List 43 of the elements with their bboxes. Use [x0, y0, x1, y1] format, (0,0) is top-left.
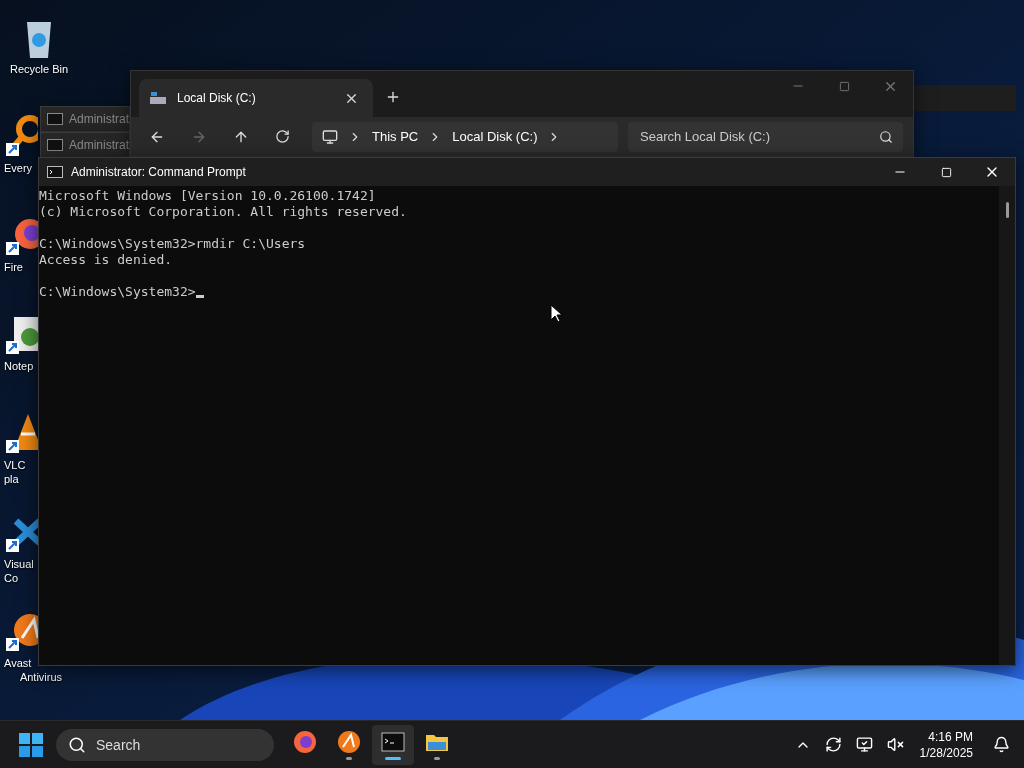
terminal-app-icon[interactable] [372, 724, 414, 765]
window-titlebar[interactable]: Administrat [40, 132, 130, 158]
tab-label: Local Disk (C:) [177, 91, 257, 105]
address-bar[interactable]: This PC Local Disk (C:) [312, 121, 618, 152]
icon-label: Notep [4, 359, 34, 373]
clock-time[interactable]: 4:16 PM [928, 728, 973, 745]
icon-label: Antivirus [19, 670, 63, 684]
console-line: Access is denied. [39, 252, 173, 267]
search-field[interactable]: Search Local Disk (C:) [628, 121, 903, 152]
icon-label: VLC [4, 458, 26, 472]
console-line: (c) Microsoft Corporation. All rights reserved. [39, 204, 407, 219]
search-field[interactable]: Search [56, 728, 274, 761]
icon-label: Avast [4, 656, 32, 670]
console-line: C:\Windows\System32> [39, 284, 196, 299]
console-icon [47, 166, 63, 178]
console-line: C:\Windows\System32>rmdir C:\Users [39, 236, 306, 251]
console-icon [47, 113, 63, 125]
clock-date[interactable]: 1/28/2025 [919, 744, 973, 761]
icon-label: Visual [4, 557, 34, 571]
icon-label: Recycle Bin [9, 62, 69, 76]
window-titlebar[interactable]: Administrat [40, 106, 130, 132]
start-icon[interactable] [18, 731, 44, 758]
window-title: Administrat [69, 138, 130, 152]
tab[interactable]: Local Disk (C:) [139, 79, 373, 117]
search-icon [879, 129, 893, 144]
window-title: Administrator: Command Prompt [71, 165, 246, 179]
search-input[interactable]: Search [94, 735, 248, 754]
icon-label: Co [4, 571, 19, 585]
search-input[interactable]: Search Local Disk (C:) [638, 128, 879, 145]
console-line: Microsoft Windows [Version 10.0.26100.1742] [39, 188, 376, 203]
text-cursor [195, 295, 204, 298]
icon-label: Fire [4, 260, 23, 274]
icon-label: pla [4, 472, 19, 486]
breadcrumb-item[interactable]: This PC [372, 129, 419, 144]
scrollbar-thumb[interactable] [1005, 202, 1009, 218]
window-title: Administrat [69, 112, 130, 126]
icon-label: Every [4, 161, 33, 175]
breadcrumb-item[interactable]: Local Disk (C:) [452, 129, 538, 144]
mouse-pointer-icon [550, 304, 562, 323]
console-icon [47, 139, 63, 151]
search-icon [68, 735, 86, 754]
drive-icon [149, 91, 167, 105]
monitor-icon [322, 128, 338, 145]
